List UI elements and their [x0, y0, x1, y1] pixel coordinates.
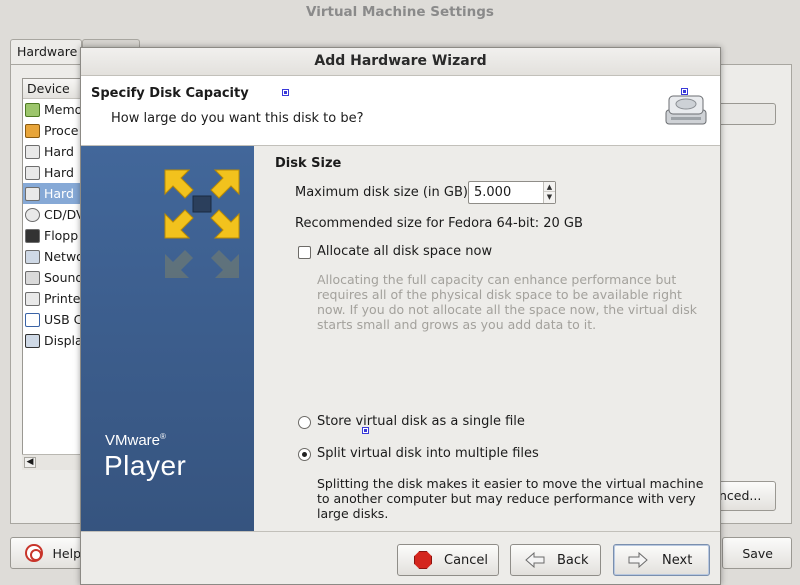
- device-row-hard-disk-1[interactable]: Hard: [23, 141, 83, 162]
- device-label: Sound: [44, 270, 84, 285]
- save-button-label: Save: [742, 545, 773, 561]
- device-label: Hard: [44, 165, 74, 180]
- printer-icon: [25, 291, 40, 306]
- spin-down-icon[interactable]: ▼: [544, 192, 555, 202]
- device-label: Memo: [44, 102, 83, 117]
- disk-size-heading: Disk Size: [275, 156, 342, 171]
- cancel-button[interactable]: Cancel: [397, 544, 499, 576]
- single-file-label[interactable]: Store virtual disk as a single file: [317, 414, 525, 429]
- stop-icon: [414, 551, 432, 569]
- next-button-label: Next: [662, 552, 693, 568]
- selection-marker: [681, 88, 688, 95]
- spin-buttons: ▲ ▼: [543, 182, 555, 203]
- wizard-title: Add Hardware Wizard: [81, 48, 720, 76]
- back-arrow-icon: [525, 552, 545, 568]
- disk-size-value[interactable]: 5.000: [474, 185, 511, 200]
- device-column-header[interactable]: Device: [23, 79, 83, 99]
- max-size-label: Maximum disk size (in GB):: [295, 185, 473, 200]
- device-list[interactable]: Device Memo Proce Hard Hard Hard CD/DV F…: [22, 78, 84, 470]
- device-list-hscrollbar[interactable]: ◀: [22, 454, 84, 470]
- device-row-usb[interactable]: USB C: [23, 309, 83, 330]
- device-label: Hard: [44, 144, 74, 159]
- hard-disk-icon: [25, 165, 40, 180]
- scroll-left-icon[interactable]: ◀: [24, 457, 36, 468]
- next-button[interactable]: Next: [613, 544, 710, 576]
- device-row-display[interactable]: Displa: [23, 330, 83, 351]
- device-label: Flopp: [44, 228, 79, 243]
- floppy-icon: [25, 228, 40, 243]
- device-label: Displa: [44, 333, 83, 348]
- cd-dvd-icon: [25, 207, 40, 222]
- vmware-logo-icon: [163, 168, 241, 280]
- help-icon: [25, 544, 43, 562]
- multi-file-radio[interactable]: [298, 448, 311, 461]
- allocate-all-checkbox[interactable]: [298, 246, 311, 259]
- device-label: Proce: [44, 123, 79, 138]
- split-description: Splitting the disk makes it easier to mo…: [317, 476, 704, 521]
- back-button[interactable]: Back: [510, 544, 601, 576]
- device-row-printer[interactable]: Printe: [23, 288, 83, 309]
- selection-marker: [282, 89, 289, 96]
- sound-icon: [25, 270, 40, 285]
- device-row-sound[interactable]: Sound: [23, 267, 83, 288]
- wizard-header: Specify Disk Capacity How large do you w…: [81, 76, 720, 146]
- allocate-all-label[interactable]: Allocate all disk space now: [317, 244, 492, 259]
- device-label: Printe: [44, 291, 81, 306]
- vmware-side-banner: VMware® Player: [81, 146, 254, 531]
- wizard-step-subtitle: How large do you want this disk to be?: [111, 111, 364, 126]
- device-row-floppy[interactable]: Flopp: [23, 225, 83, 246]
- usb-icon: [25, 312, 40, 327]
- wizard-step-title: Specify Disk Capacity: [91, 86, 249, 101]
- processor-icon: [25, 123, 40, 138]
- network-icon: [25, 249, 40, 264]
- device-label: Netwo: [44, 249, 84, 264]
- cancel-button-label: Cancel: [444, 552, 489, 568]
- device-row-hard-disk-2[interactable]: Hard: [23, 162, 83, 183]
- hard-disk-icon: [25, 186, 40, 201]
- disk-size-spinbox[interactable]: 5.000 ▲ ▼: [468, 181, 556, 204]
- brand-name: VMware: [105, 432, 161, 449]
- multi-file-label[interactable]: Split virtual disk into multiple files: [317, 446, 539, 461]
- registered-mark: ®: [160, 432, 166, 441]
- back-button-label: Back: [557, 552, 589, 568]
- wizard-footer: Cancel Back Next: [81, 531, 720, 584]
- device-row-memory[interactable]: Memo: [23, 99, 83, 120]
- bg-capacity-field[interactable]: [718, 103, 776, 125]
- add-hardware-wizard: Add Hardware Wizard Specify Disk Capacit…: [80, 47, 721, 585]
- single-file-radio[interactable]: [298, 416, 311, 429]
- device-row-network[interactable]: Netwo: [23, 246, 83, 267]
- hard-disk-icon: [663, 92, 709, 128]
- wizard-content: Disk Size Maximum disk size (in GB): 5.0…: [254, 146, 720, 531]
- hard-disk-icon: [25, 144, 40, 159]
- allocate-description: Allocating the full capacity can enhance…: [317, 272, 697, 332]
- device-label: Hard: [44, 186, 74, 201]
- vmware-brand: VMware®: [105, 432, 166, 449]
- device-row-processors[interactable]: Proce: [23, 120, 83, 141]
- help-button[interactable]: Help: [10, 537, 82, 569]
- device-label: CD/DV: [44, 207, 84, 222]
- display-icon: [25, 333, 40, 348]
- device-label: USB C: [44, 312, 83, 327]
- next-arrow-icon: [628, 552, 648, 568]
- save-button[interactable]: Save: [722, 537, 792, 569]
- recommended-size-text: Recommended size for Fedora 64-bit: 20 G…: [295, 216, 583, 231]
- device-row-cd-dvd[interactable]: CD/DV: [23, 204, 83, 225]
- vm-settings-title: Virtual Machine Settings: [306, 4, 494, 20]
- spin-up-icon[interactable]: ▲: [544, 182, 555, 192]
- tab-hardware[interactable]: Hardware: [10, 39, 82, 65]
- product-name: Player: [104, 450, 187, 481]
- advanced-button[interactable]: nced...: [718, 481, 776, 511]
- help-button-label: Help: [52, 545, 82, 561]
- memory-icon: [25, 102, 40, 117]
- device-row-hard-disk-3[interactable]: Hard: [23, 183, 83, 204]
